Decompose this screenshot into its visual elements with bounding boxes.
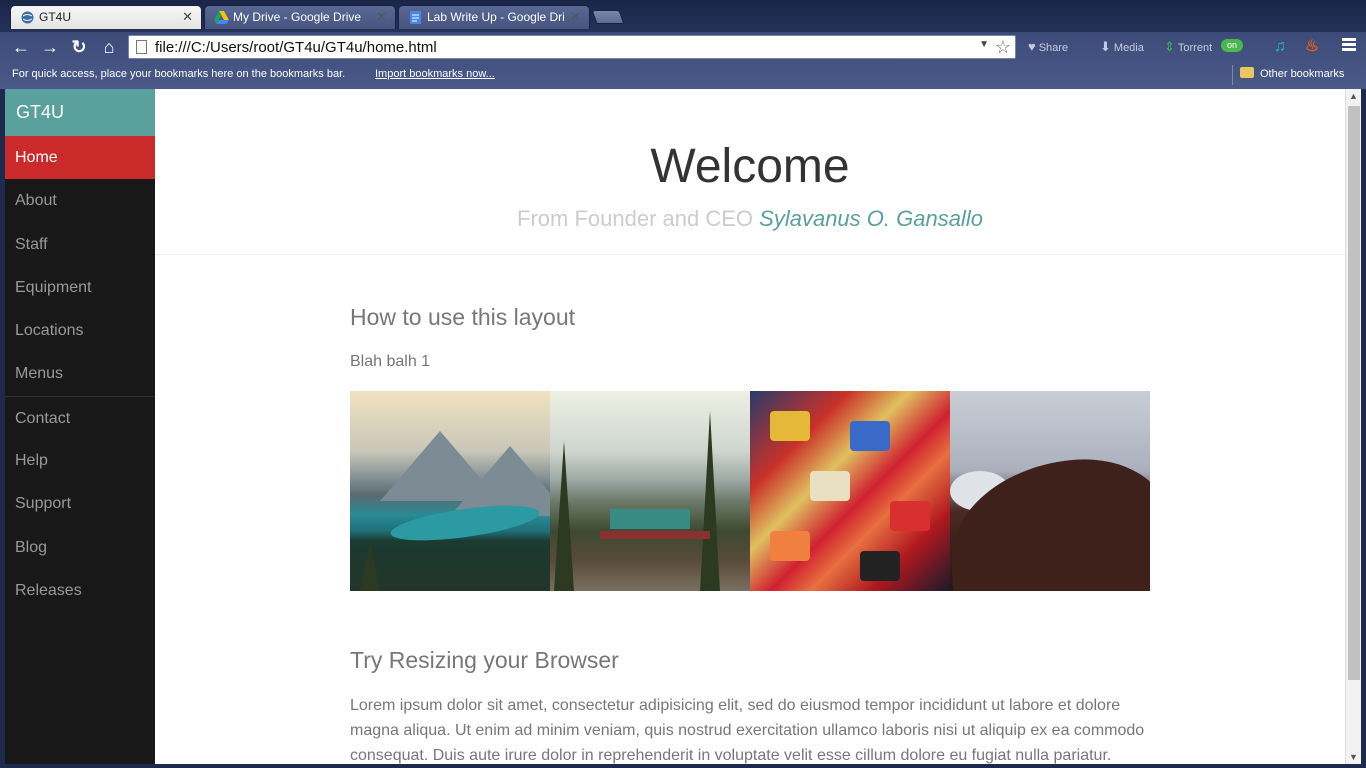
dropdown-arrow-icon[interactable]: ▼ (979, 39, 989, 50)
shirt-shape (770, 411, 810, 441)
section-heading: Try Resizing your Browser (350, 647, 619, 673)
sidebar-item-about[interactable]: About (5, 179, 155, 222)
shirt-shape (890, 501, 930, 531)
page-title: Welcome (650, 140, 850, 193)
menu-icon[interactable] (1342, 38, 1356, 53)
subtitle-prefix: From Founder and CEO (517, 206, 754, 231)
star-icon[interactable]: ☆ (995, 36, 1011, 58)
torrent-extension[interactable]: ⇕ Torrent (1164, 39, 1212, 56)
google-docs-icon (408, 10, 423, 25)
google-drive-icon (214, 10, 229, 25)
page-subtitle: From Founder and CEO Sylavanus O. Gansal… (155, 206, 1345, 232)
share-label: Share (1038, 42, 1069, 54)
section-text: Blah balh 1 (350, 353, 431, 370)
omnibox[interactable]: ▼ ☆ (128, 35, 1016, 59)
url-input[interactable] (155, 37, 975, 57)
import-bookmarks-link[interactable]: Import bookmarks now... (375, 68, 495, 80)
main-content: Welcome From Founder and CEO Sylavanus O… (155, 89, 1345, 764)
founder-name: Sylavanus O. Gansallo (759, 206, 983, 231)
sidebar-item-menus[interactable]: Menus (5, 352, 155, 395)
media-label: Media (1113, 42, 1144, 54)
media-extension[interactable]: ⬇ Media (1100, 39, 1144, 56)
tab-my-drive[interactable]: My Drive - Google Drive ✕ (204, 5, 396, 29)
back-icon[interactable]: ← (10, 36, 32, 58)
other-bookmarks-label: Other bookmarks (1260, 68, 1345, 80)
page-viewport: GT4U Home About Staff Equipment Location… (5, 89, 1361, 764)
scroll-thumb[interactable] (1348, 106, 1360, 680)
bridge-shape (600, 531, 710, 539)
flame-icon[interactable]: ♨ (1301, 36, 1323, 58)
photo-shirt-store (750, 391, 950, 591)
sidebar-item-support[interactable]: Support (5, 482, 155, 525)
other-bookmarks-button[interactable]: Other bookmarks (1240, 67, 1344, 80)
photo-cliff (950, 391, 1150, 591)
photo-strip (350, 391, 1150, 591)
torrent-icon: ⇕ (1164, 39, 1175, 54)
headphones-icon[interactable]: ♫ (1269, 36, 1291, 58)
forward-icon[interactable]: → (39, 36, 61, 58)
sidebar-item-locations[interactable]: Locations (5, 309, 155, 352)
brand-logo[interactable]: GT4U (5, 89, 155, 136)
tree-shape (700, 411, 720, 591)
train-shape (610, 509, 690, 529)
tree-shape (360, 541, 380, 591)
close-icon[interactable]: ✕ (182, 6, 193, 28)
page-header: Welcome From Founder and CEO Sylavanus O… (155, 89, 1345, 255)
home-icon[interactable]: ⌂ (98, 36, 120, 58)
new-tab-button[interactable] (591, 10, 625, 24)
shirt-shape (850, 421, 890, 451)
sidebar-item-blog[interactable]: Blog (5, 526, 155, 569)
bookmarks-divider (1232, 65, 1233, 85)
tab-strip: GT4U ✕ My Drive - Google Drive ✕ Lab Wri… (0, 0, 1366, 32)
shirt-shape (810, 471, 850, 501)
close-icon[interactable]: ✕ (570, 6, 581, 28)
on-badge[interactable]: on (1221, 39, 1243, 52)
bookmarks-bar: For quick access, place your bookmarks h… (0, 62, 1366, 88)
sidebar-item-home[interactable]: Home (5, 136, 155, 180)
globe-icon (20, 10, 35, 25)
section-heading: How to use this layout (350, 304, 576, 330)
sidebar-item-contact[interactable]: Contact (5, 395, 155, 439)
bookmarks-message: For quick access, place your bookmarks h… (12, 68, 346, 80)
toolbar: ← → ↻ ⌂ ▼ ☆ ♥Share ⬇Media ⇕Torrent (0, 32, 1366, 62)
sidebar: GT4U Home About Staff Equipment Location… (5, 89, 155, 764)
torrent-label: Torrent (1177, 42, 1213, 54)
close-icon[interactable]: ✕ (376, 6, 387, 28)
share-extension[interactable]: ♥ Share (1028, 39, 1068, 56)
sidebar-item-help[interactable]: Help (5, 439, 155, 482)
download-icon: ⬇ (1100, 39, 1111, 54)
section-text: Lorem ipsum dolor sit amet, consectetur … (350, 697, 1145, 764)
sidebar-item-releases[interactable]: Releases (5, 569, 155, 612)
tab-lab-write-up[interactable]: Lab Write Up - Google Dri ✕ (398, 5, 590, 29)
scroll-up-icon[interactable]: ▲ (1349, 91, 1358, 101)
vertical-scrollbar[interactable]: ▲ ▼ (1345, 89, 1361, 764)
sidebar-item-staff[interactable]: Staff (5, 223, 155, 266)
tab-label: Lab Write Up - Google Dri (427, 10, 565, 24)
reload-icon[interactable]: ↻ (68, 36, 90, 58)
tab-label: GT4U (39, 10, 72, 24)
tab-label: My Drive - Google Drive (233, 10, 362, 24)
photo-mountain-lake (350, 391, 550, 591)
browser-chrome: GT4U ✕ My Drive - Google Drive ✕ Lab Wri… (0, 0, 1366, 89)
folder-icon (1240, 67, 1254, 78)
tab-gt4u[interactable]: GT4U ✕ (10, 5, 202, 29)
scroll-down-icon[interactable]: ▼ (1349, 752, 1358, 762)
shirt-shape (860, 551, 900, 581)
photo-forest-train (550, 391, 750, 591)
sidebar-item-equipment[interactable]: Equipment (5, 266, 155, 309)
heart-icon: ♥ (1028, 39, 1036, 54)
tree-shape (554, 441, 574, 591)
page-icon (136, 40, 147, 54)
shirt-shape (770, 531, 810, 561)
